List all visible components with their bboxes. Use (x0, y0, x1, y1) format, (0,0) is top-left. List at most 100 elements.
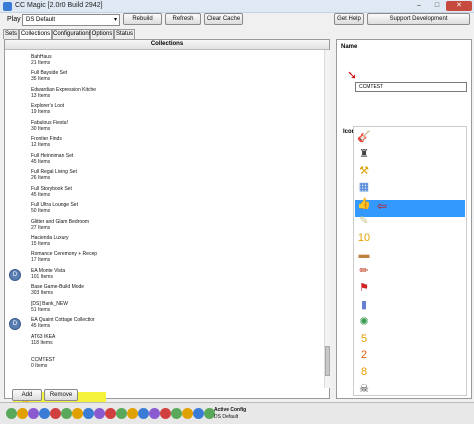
window-title: CC Magic [2.0r0 Build 2942] (15, 2, 103, 9)
two-icon[interactable]: 2 (356, 347, 372, 364)
collection-row[interactable]: AT63 IKEA 118 Items (31, 334, 55, 346)
collection-row[interactable]: EA Quaint Cottage Collectior 45 Items (31, 317, 95, 329)
blocks-icon[interactable]: ▦ (356, 179, 372, 196)
thumbs-up-icon[interactable]: 👍 (356, 196, 372, 213)
collection-count: 50 Items (31, 208, 51, 214)
collection-row[interactable]: Full Regal Living Set 26 Items (31, 169, 77, 181)
status-tray-icon[interactable] (149, 408, 160, 419)
status-tray-icon[interactable] (6, 408, 17, 419)
collection-count: 0 Items (31, 363, 48, 369)
status-tray-icon[interactable] (193, 408, 204, 419)
collection-count: 13 Items (31, 93, 51, 99)
five-icon[interactable]: 5 (356, 331, 372, 348)
tab-options[interactable]: Options (90, 29, 114, 39)
status-tray-icon[interactable] (138, 408, 149, 419)
collection-row[interactable]: Glitter and Glam Bedroom 27 Items (31, 219, 89, 231)
flag-icon[interactable]: ⚑ (356, 280, 372, 297)
collection-row[interactable]: Explorer's Loot 19 Items (31, 103, 64, 115)
collection-row[interactable]: CCMTEST 0 Items (31, 357, 55, 369)
ds-icon: D (9, 269, 21, 281)
guitar-icon[interactable]: 🎸 (356, 129, 372, 146)
status-tray-icon[interactable] (50, 408, 61, 419)
bus-icon[interactable]: ▬ (356, 247, 372, 264)
eight-icon[interactable]: 8 (356, 364, 372, 381)
collection-row[interactable]: Full Ultra Lounge Set 50 Items (31, 202, 78, 214)
rebuild-button[interactable]: Rebuild (123, 13, 162, 25)
bottle-icon[interactable]: ▮ (356, 297, 372, 314)
clear-cache-button[interactable]: Clear Cache (204, 13, 243, 25)
collection-row[interactable]: Hacienda Luxury 15 Items (31, 235, 69, 247)
window-titlebar: CC Magic [2.0r0 Build 2942] – □ ✕ (0, 0, 474, 13)
hydrant-icon[interactable]: ♜ (356, 146, 372, 163)
status-tray-icon[interactable] (171, 408, 182, 419)
status-tray-icon[interactable] (182, 408, 193, 419)
collections-header: Collections (5, 40, 329, 50)
collection-count: 51 Items (31, 307, 51, 313)
status-tray-icon[interactable] (94, 408, 105, 419)
status-tray-icon[interactable] (127, 408, 138, 419)
status-tray-icon[interactable] (39, 408, 50, 419)
collections-scrollbar[interactable] (324, 50, 330, 388)
collection-count: 45 Items (31, 159, 51, 165)
feather-icon[interactable]: ✎ (356, 213, 372, 230)
icon-picker-list[interactable]: 🎸 ♜ ⚒ ▦ 👍 ✎ 10 ▬ ✏ ⚑ ▮ ✺ 5 2 8 ☠ (353, 126, 467, 396)
collection-row[interactable]: [DS] Bank_NEW 51 Items (31, 301, 68, 313)
collection-actions: Add Remove (0, 386, 474, 401)
play-label: Play (7, 16, 21, 23)
collection-count: 12 Items (31, 142, 51, 148)
name-label: Name (341, 44, 358, 50)
status-bar: Active Config DS Default (0, 402, 474, 424)
toolbar: Play DS Default ▾ Rebuild Refresh Clear … (0, 13, 474, 28)
collection-count: 26 Items (31, 175, 51, 181)
collection-count: 118 Items (31, 340, 53, 346)
get-help-button[interactable]: Get Help (334, 13, 364, 25)
status-tray-icon[interactable] (72, 408, 83, 419)
tools-icon[interactable]: ⚒ (356, 163, 372, 180)
status-tray-icon[interactable] (116, 408, 127, 419)
collection-count: 45 Items (31, 323, 51, 329)
collection-row[interactable]: Base Game-Build Mode 303 Items (31, 284, 84, 296)
status-tray-icon[interactable] (83, 408, 94, 419)
collection-row[interactable]: BahHaus 21 Items (31, 54, 52, 66)
scrollbar-thumb[interactable] (325, 346, 330, 376)
status-tray-icon[interactable] (28, 408, 39, 419)
collection-row[interactable]: Full Storybook Set 45 Items (31, 186, 72, 198)
tab-status[interactable]: Status (114, 29, 135, 39)
play-config-select[interactable]: DS Default ▾ (22, 14, 120, 26)
collection-row[interactable]: Fabulous Fiesta! 30 Items (31, 120, 68, 132)
collection-name-input[interactable]: CCMTEST (355, 82, 467, 92)
active-config-label: Active Config (214, 407, 247, 413)
collection-count: 45 Items (31, 192, 51, 198)
close-button[interactable]: ✕ (446, 1, 472, 11)
tab-configurations[interactable]: Configurations (52, 29, 92, 39)
status-tray-icon[interactable] (61, 408, 72, 419)
collection-row[interactable]: Frontier Finds 12 Items (31, 136, 62, 148)
collection-row[interactable]: EA Monte Vista 101 Items (31, 268, 65, 280)
collection-details-panel: Name CCMTEST ➘ Icon 🎸 ♜ ⚒ ▦ 👍 ✎ 10 ▬ ✏ ⚑ ▮ ✺ 5 2 8 ☠ ⇦ (336, 39, 472, 399)
collection-row[interactable]: Full Bayside Set 35 Items (31, 70, 67, 82)
maximize-button[interactable]: □ (428, 1, 446, 11)
atom-icon[interactable]: ✺ (356, 314, 372, 331)
collection-row[interactable]: Full Heinniman Set 45 Items (31, 153, 73, 165)
add-button[interactable]: Add (12, 389, 42, 401)
refresh-button[interactable]: Refresh (165, 13, 201, 25)
support-development-button[interactable]: Support Development (367, 13, 470, 25)
collection-count: 17 Items (31, 257, 51, 263)
ten-icon[interactable]: 10 (356, 230, 372, 247)
ds-icon: D (9, 318, 21, 330)
collection-count: 30 Items (31, 126, 51, 132)
collection-count: 19 Items (31, 109, 51, 115)
tab-sets[interactable]: Sets (3, 29, 19, 39)
status-tray-icon[interactable] (105, 408, 116, 419)
syringe-icon[interactable]: ✏ (356, 263, 372, 280)
minimize-button[interactable]: – (410, 1, 428, 11)
chevron-down-icon: ▾ (113, 17, 117, 23)
collection-count: 21 Items (31, 60, 51, 66)
collection-row[interactable]: Edwardian Expression Kitche 13 Items (31, 87, 96, 99)
status-tray-icon[interactable] (160, 408, 171, 419)
remove-button[interactable]: Remove (44, 389, 78, 401)
collection-count: 101 Items (31, 274, 53, 280)
collection-row[interactable]: Romance Ceremony + Recep 17 Items (31, 251, 97, 263)
active-config-value: DS Default (214, 414, 239, 420)
status-tray-icon[interactable] (17, 408, 28, 419)
